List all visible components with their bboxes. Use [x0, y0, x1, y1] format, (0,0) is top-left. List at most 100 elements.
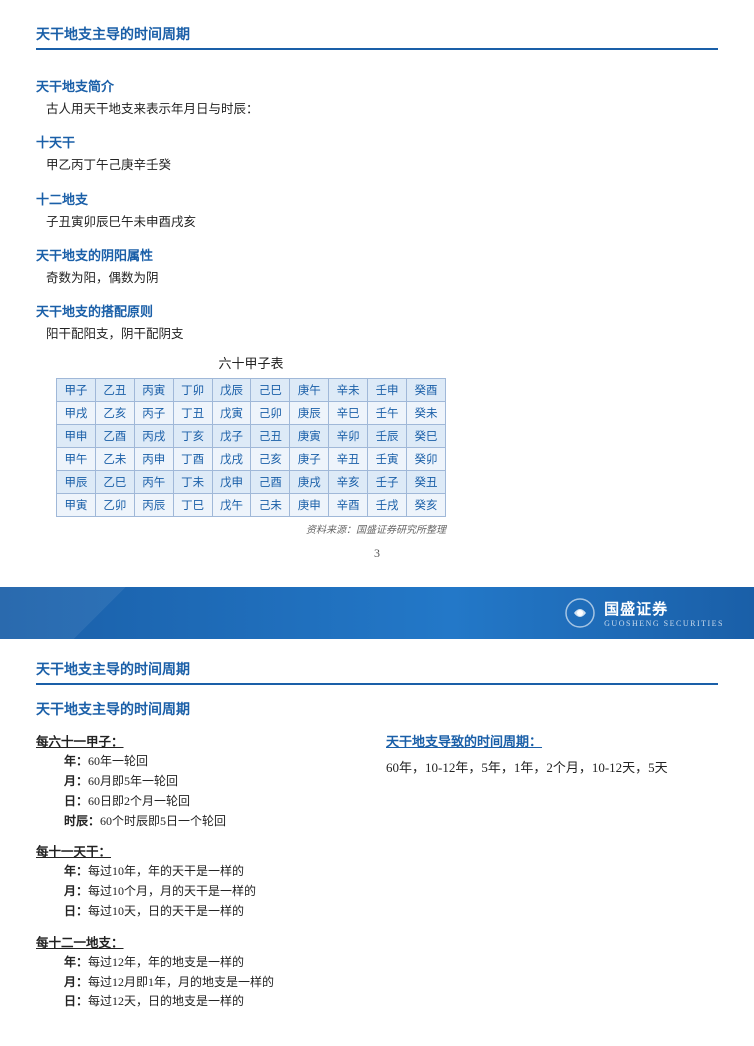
- table-cell: 辛未: [329, 379, 368, 402]
- jiazi-table: 甲子乙丑丙寅丁卯戊辰己巳庚午辛未壬申癸酉甲戌乙亥丙子丁丑戊寅己卯庚辰辛巳壬午癸未…: [56, 378, 446, 517]
- table-cell: 丙戌: [134, 425, 173, 448]
- peihe-title: 天干地支的搭配原则: [36, 301, 336, 320]
- page2: 天干地支主导的时间周期 天干地支主导的时间周期 每六十一甲子： 年：60年一轮回…: [0, 639, 754, 1046]
- table-cell: 丁亥: [173, 425, 212, 448]
- table-cell: 乙巳: [95, 471, 134, 494]
- list-item: 月：60月即5年一轮回: [64, 772, 356, 792]
- table-cell: 壬辰: [368, 425, 407, 448]
- yinyang-title: 天干地支的阴阳属性: [36, 245, 336, 264]
- list-item: 日：每过10天，日的天干是一样的: [64, 902, 356, 922]
- dizhi-label: 每十二一地支：: [36, 932, 356, 951]
- dizhi-body: 子丑寅卯辰巳午未申酉戌亥: [46, 212, 336, 233]
- table-cell: 庚寅: [290, 425, 329, 448]
- table-cell: 壬戌: [368, 494, 407, 517]
- table-cell: 壬子: [368, 471, 407, 494]
- table-cell: 乙未: [95, 448, 134, 471]
- tiangan-body: 甲乙丙丁午己庚辛壬癸: [46, 155, 336, 176]
- table-cell: 己卯: [251, 402, 290, 425]
- table-cell: 癸未: [407, 402, 446, 425]
- table-cell: 己亥: [251, 448, 290, 471]
- table-cell: 己丑: [251, 425, 290, 448]
- table-cell: 甲寅: [57, 494, 96, 517]
- table-cell: 辛酉: [329, 494, 368, 517]
- right-column: 六十甲子表 甲子乙丑丙寅丁卯戊辰己巳庚午辛未壬申癸酉甲戌乙亥丙子丁丑戊寅己卯庚辰…: [56, 345, 446, 536]
- table-cell: 丙申: [134, 448, 173, 471]
- table-cell: 丁未: [173, 471, 212, 494]
- table-cell: 乙亥: [95, 402, 134, 425]
- right-heading: 天干地支导致的时间周期：: [386, 731, 718, 750]
- table-cell: 己酉: [251, 471, 290, 494]
- page-number: 3: [36, 536, 718, 567]
- right-value: 60年，10-12年，5年，1年，2个月，10-12天，5天: [386, 756, 718, 779]
- table-cell: 癸卯: [407, 448, 446, 471]
- table-cell: 丙辰: [134, 494, 173, 517]
- page1: 天干地支主导的时间周期 天干地支简介 古人用天干地支来表示年月日与时辰： 十天干…: [0, 0, 754, 587]
- col-right: 天干地支导致的时间周期： 60年，10-12年，5年，1年，2个月，10-12天…: [386, 731, 718, 1022]
- table-cell: 丙寅: [134, 379, 173, 402]
- table-cell: 庚子: [290, 448, 329, 471]
- table-cell: 庚申: [290, 494, 329, 517]
- dizhi-section: 每十二一地支： 年：每过12年，年的地支是一样的月：每过12月即1年，月的地支是…: [36, 932, 356, 1012]
- table-cell: 辛卯: [329, 425, 368, 448]
- two-col-layout: 每六十一甲子： 年：60年一轮回月：60月即5年一轮回日：60日即2个月一轮回时…: [36, 731, 718, 1022]
- table-cell: 乙酉: [95, 425, 134, 448]
- tiangan-items: 年：每过10年，年的天干是一样的月：每过10个月，月的天干是一样的日：每过10天…: [64, 862, 356, 921]
- table-cell: 癸亥: [407, 494, 446, 517]
- table-cell: 戊子: [212, 425, 251, 448]
- source-note: 资料来源：国盛证券研究所整理: [56, 521, 446, 536]
- brand-en: GUOSHENG SECURITIES: [604, 619, 724, 628]
- table-cell: 癸酉: [407, 379, 446, 402]
- intro-body: 古人用天干地支来表示年月日与时辰：: [46, 99, 336, 120]
- table-cell: 癸巳: [407, 425, 446, 448]
- divider-banner: 国盛证券 GUOSHENG SECURITIES: [0, 587, 754, 639]
- list-item: 年：60年一轮回: [64, 752, 356, 772]
- table-cell: 甲午: [57, 448, 96, 471]
- brand-logo: 国盛证券 GUOSHENG SECURITIES: [564, 597, 724, 629]
- table-cell: 辛丑: [329, 448, 368, 471]
- page1-main-title: 天干地支主导的时间周期: [36, 24, 718, 50]
- table-cell: 辛亥: [329, 471, 368, 494]
- table-cell: 戊寅: [212, 402, 251, 425]
- table-cell: 戊戌: [212, 448, 251, 471]
- table-cell: 庚戌: [290, 471, 329, 494]
- yinyang-body: 奇数为阳，偶数为阴: [46, 268, 336, 289]
- left-column: 天干地支简介 古人用天干地支来表示年月日与时辰： 十天干 甲乙丙丁午己庚辛壬癸 …: [36, 64, 336, 345]
- peihe-body: 阳干配阳支，阴干配阴支: [46, 324, 336, 345]
- jiazi-items: 年：60年一轮回月：60月即5年一轮回日：60日即2个月一轮回时辰：60个时辰即…: [64, 752, 356, 831]
- table-cell: 丁丑: [173, 402, 212, 425]
- table-cell: 癸丑: [407, 471, 446, 494]
- dizhi-title: 十二地支: [36, 189, 336, 208]
- table-cell: 辛巳: [329, 402, 368, 425]
- brand-icon: [564, 597, 596, 629]
- page2-section-title: 天干地支主导的时间周期: [36, 699, 718, 719]
- table-cell: 壬申: [368, 379, 407, 402]
- table-cell: 甲申: [57, 425, 96, 448]
- page2-main-title: 天干地支主导的时间周期: [36, 659, 718, 685]
- list-item: 日：每过12天，日的地支是一样的: [64, 992, 356, 1012]
- table-cell: 甲辰: [57, 471, 96, 494]
- table-cell: 戊辰: [212, 379, 251, 402]
- table-cell: 乙丑: [95, 379, 134, 402]
- table-cell: 庚午: [290, 379, 329, 402]
- table-cell: 丁酉: [173, 448, 212, 471]
- intro-title: 天干地支简介: [36, 76, 336, 95]
- jiazi-section: 每六十一甲子： 年：60年一轮回月：60月即5年一轮回日：60日即2个月一轮回时…: [36, 731, 356, 831]
- table-cell: 丙午: [134, 471, 173, 494]
- list-item: 年：每过12年，年的地支是一样的: [64, 953, 356, 973]
- list-item: 年：每过10年，年的天干是一样的: [64, 862, 356, 882]
- table-cell: 甲子: [57, 379, 96, 402]
- table-cell: 丙子: [134, 402, 173, 425]
- tiangan-label: 每十一天干：: [36, 841, 356, 860]
- table-cell: 壬午: [368, 402, 407, 425]
- tiangan-section: 每十一天干： 年：每过10年，年的天干是一样的月：每过10个月，月的天干是一样的…: [36, 841, 356, 921]
- table-title: 六十甲子表: [56, 353, 446, 372]
- brand-name: 国盛证券: [604, 601, 668, 618]
- table-cell: 壬寅: [368, 448, 407, 471]
- table-cell: 戊申: [212, 471, 251, 494]
- table-cell: 己未: [251, 494, 290, 517]
- table-cell: 庚辰: [290, 402, 329, 425]
- list-item: 月：每过12月即1年，月的地支是一样的: [64, 973, 356, 993]
- table-cell: 甲戌: [57, 402, 96, 425]
- col-left: 每六十一甲子： 年：60年一轮回月：60月即5年一轮回日：60日即2个月一轮回时…: [36, 731, 356, 1022]
- jiazi-label: 每六十一甲子：: [36, 731, 356, 750]
